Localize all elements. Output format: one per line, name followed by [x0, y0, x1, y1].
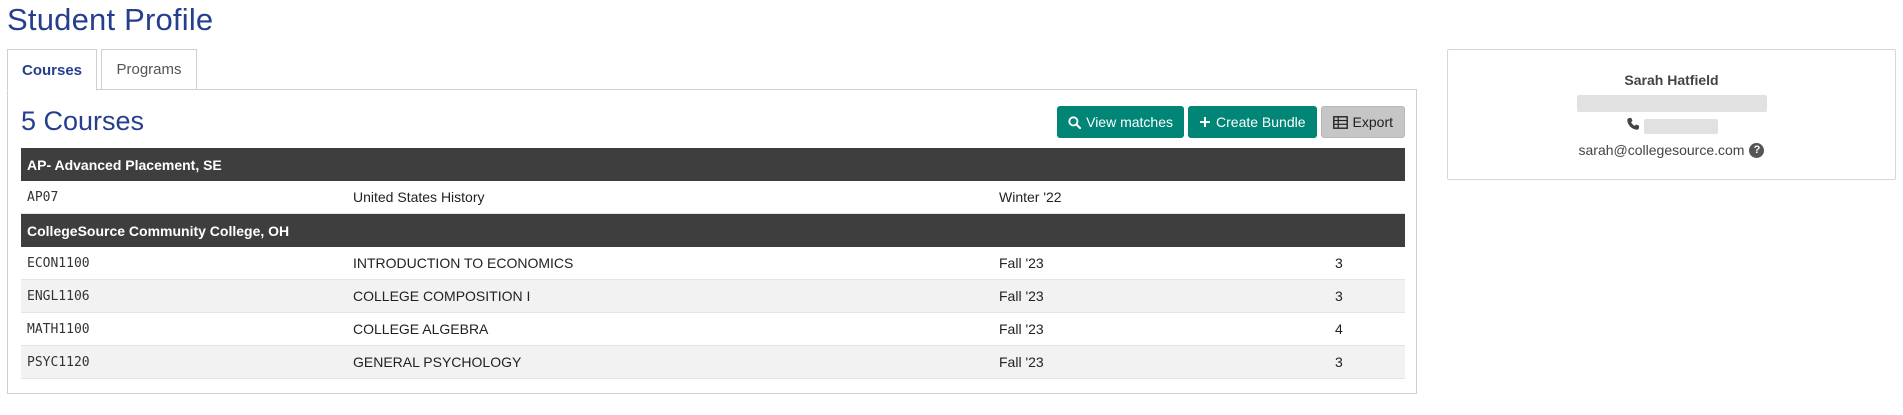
export-button[interactable]: Export: [1320, 106, 1405, 138]
table-row[interactable]: AP07 United States History Winter '22: [21, 181, 1405, 214]
table-row[interactable]: PSYC1120 GENERAL PSYCHOLOGY Fall '23 3: [21, 345, 1405, 379]
question-circle-icon[interactable]: ?: [1749, 142, 1765, 158]
search-icon: [1068, 115, 1082, 129]
course-credits: 3: [1329, 345, 1405, 379]
course-code: MATH1100: [21, 312, 347, 346]
course-title: GENERAL PSYCHOLOGY: [347, 345, 993, 379]
course-credits: 3: [1329, 279, 1405, 313]
institution-name: CollegeSource Community College, OH: [21, 213, 1405, 247]
tab-courses[interactable]: Courses: [7, 49, 97, 91]
course-code: PSYC1120: [21, 345, 347, 379]
course-term: Fall '23: [993, 312, 1329, 346]
course-code: ECON1100: [21, 247, 347, 280]
course-credits: [1329, 181, 1405, 214]
table-icon: [1332, 115, 1348, 129]
page-title: Student Profile: [7, 2, 214, 37]
courses-toolbar: View matches Create Bundle Export: [1057, 106, 1405, 138]
course-credits: 4: [1329, 312, 1405, 346]
tab-programs[interactable]: Programs: [101, 49, 197, 90]
course-credits: 3: [1329, 247, 1405, 280]
profile-tabs: Courses Programs: [7, 49, 201, 91]
export-label: Export: [1352, 114, 1393, 130]
course-term: Winter '22: [993, 181, 1329, 214]
view-matches-label: View matches: [1086, 114, 1174, 130]
redacted-address: [1576, 95, 1767, 112]
courses-panel: 5 Courses View matches Create Bundle Exp…: [7, 89, 1417, 394]
phone-line: [1448, 117, 1895, 136]
course-code: AP07: [21, 181, 347, 214]
courses-count-heading: 5 Courses: [21, 106, 145, 136]
student-name: Sarah Hatfield: [1624, 72, 1719, 88]
view-matches-button[interactable]: View matches: [1057, 106, 1185, 138]
institution-group-header: AP- Advanced Placement, SE: [21, 148, 1405, 181]
course-title: United States History: [347, 181, 993, 214]
phone-icon: [1626, 117, 1640, 136]
institution-group-header: CollegeSource Community College, OH: [21, 213, 1405, 247]
create-bundle-label: Create Bundle: [1216, 114, 1306, 130]
course-title: COLLEGE COMPOSITION I: [347, 279, 993, 313]
student-email[interactable]: sarah@collegesource.com: [1579, 142, 1745, 158]
course-term: Fall '23: [993, 345, 1329, 379]
table-row[interactable]: ENGL1106 COLLEGE COMPOSITION I Fall '23 …: [21, 279, 1405, 313]
student-contact-card: Sarah Hatfield sarah@collegesource.com ?: [1447, 49, 1896, 180]
table-row[interactable]: ECON1100 INTRODUCTION TO ECONOMICS Fall …: [21, 247, 1405, 280]
create-bundle-button[interactable]: Create Bundle: [1188, 106, 1317, 138]
course-title: INTRODUCTION TO ECONOMICS: [347, 247, 993, 280]
courses-table: AP- Advanced Placement, SE AP07 United S…: [21, 148, 1405, 379]
course-title: COLLEGE ALGEBRA: [347, 312, 993, 346]
institution-name: AP- Advanced Placement, SE: [21, 148, 1405, 181]
course-term: Fall '23: [993, 279, 1329, 313]
course-term: Fall '23: [993, 247, 1329, 280]
email-line: sarah@collegesource.com ?: [1448, 142, 1895, 158]
table-row[interactable]: MATH1100 COLLEGE ALGEBRA Fall '23 4: [21, 312, 1405, 346]
redacted-phone: [1643, 119, 1718, 134]
plus-icon: [1199, 116, 1211, 128]
course-code: ENGL1106: [21, 279, 347, 313]
